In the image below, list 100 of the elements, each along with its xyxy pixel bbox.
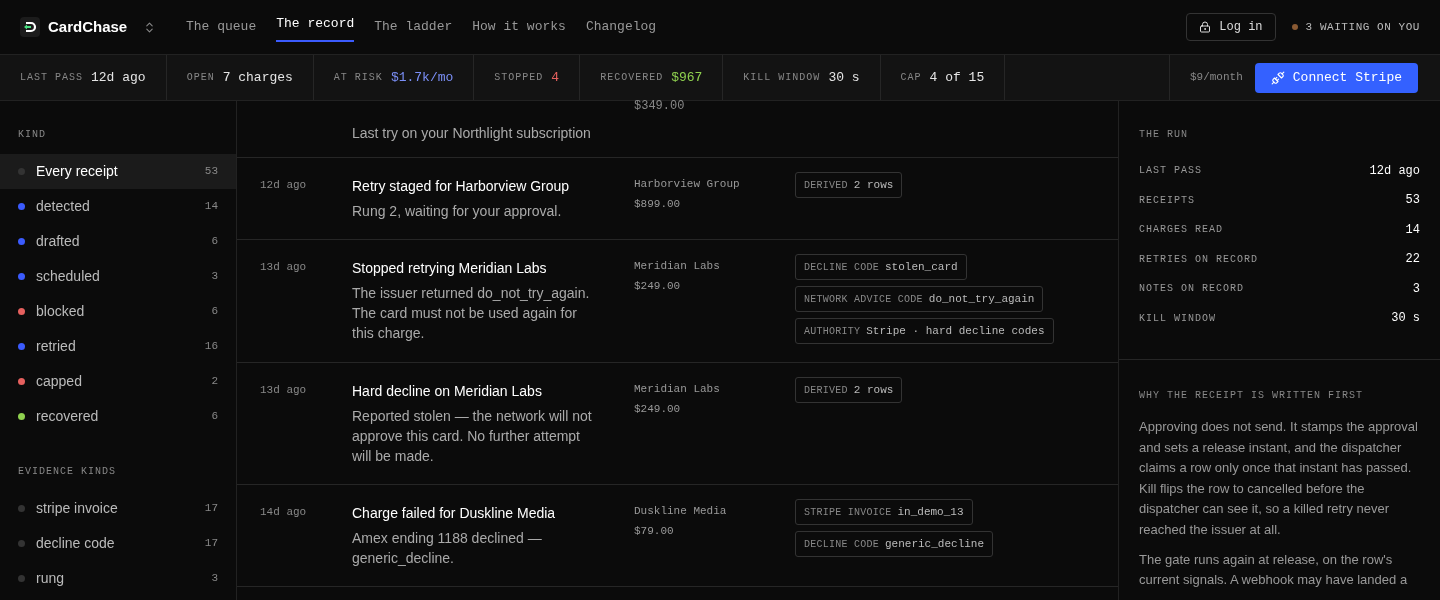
filter-label: blocked	[36, 302, 85, 321]
run-value: 53	[1405, 192, 1420, 210]
evidence-tag: DERIVED 2 rows	[795, 377, 903, 403]
record-time: 14d ago	[260, 505, 308, 520]
filter-item[interactable]: drafted 6	[0, 224, 236, 259]
client-name: Harborview Group	[634, 177, 741, 192]
brand-name[interactable]: CardChase	[48, 15, 128, 39]
record-title: Charge failed for Duskline Media	[352, 504, 557, 523]
panel-paragraph: Approving does not send. It stamps the approval and sets a release instant, and the dispatcher claims a row only once that instant has passed. Kill flips the row to cancelled before the dispatcher can see it, so a killed retry never reached the issuer at all.	[1139, 418, 1419, 539]
filter-label: recovered	[36, 407, 99, 426]
filter-label: decline code	[36, 534, 115, 553]
filter-count: 3	[211, 571, 218, 587]
stat-value: 4 of 15	[929, 68, 985, 87]
record-amount: $249.00	[634, 278, 682, 294]
record-description: Last try on your Northlight subscription	[352, 124, 592, 143]
section-heading: EVIDENCE KINDS	[17, 465, 117, 479]
filter-count: 53	[204, 164, 218, 180]
record-description: The issuer returned do_not_try_again. The card must not be used again for this charge.	[352, 284, 591, 343]
stat-label: RECOVERED	[600, 71, 664, 85]
filter-count: 17	[204, 536, 218, 552]
filter-item[interactable]: retried 16	[0, 329, 236, 364]
stat-label: STOPPED	[494, 71, 544, 85]
stat-label: KILL WINDOW	[743, 71, 821, 85]
filter-item[interactable]: decline code 17	[0, 526, 236, 561]
filter-count: 2	[211, 374, 218, 390]
evidence-tag: DECLINE CODE stolen_card	[795, 254, 967, 280]
filter-count: 17	[204, 501, 218, 517]
record-amount: $349.00	[634, 98, 685, 115]
client-name: Duskline Media	[634, 504, 728, 519]
logo-icon	[20, 17, 40, 37]
run-value: 30 s	[1391, 310, 1420, 328]
run-value: 12d ago	[1369, 162, 1420, 180]
run-label: LAST PASS	[1139, 164, 1202, 179]
plug-icon	[1270, 70, 1285, 85]
nav-tab[interactable]: The queue	[186, 12, 257, 42]
run-label: KILL WINDOW	[1139, 311, 1216, 326]
stat-value: $1.7k/mo	[390, 68, 454, 87]
stat-label: LAST PASS	[20, 71, 83, 85]
client-name: Meridian Labs	[634, 382, 721, 397]
run-label: RETRIES ON RECORD	[1139, 252, 1259, 267]
record-time: 13d ago	[260, 260, 308, 275]
filter-item[interactable]: capped 2	[0, 364, 236, 399]
filter-item[interactable]: scheduled 3	[0, 259, 236, 294]
run-label: RECEIPTS	[1139, 193, 1195, 208]
stat-value: $967	[671, 68, 703, 87]
record-time: 13d ago	[260, 383, 308, 398]
run-value: 14	[1405, 221, 1420, 239]
stat-label: OPEN	[186, 71, 215, 85]
record-amount: $899.00	[634, 196, 682, 212]
filter-item[interactable]: Every receipt 53	[0, 154, 236, 189]
filter-label: detected	[36, 197, 90, 216]
record-amount: $249.00	[634, 401, 682, 417]
filter-count: 3	[211, 269, 218, 285]
filter-item[interactable]: detected 14	[0, 189, 236, 224]
stat-value: 4	[551, 68, 560, 87]
evidence-tag: NETWORK ADVICE CODE do_not_try_again	[795, 286, 1044, 312]
stat-value: 30 s	[828, 68, 860, 87]
connect-stripe-button[interactable]: Connect Stripe	[1254, 62, 1418, 93]
panel-heading: THE RUN	[1139, 128, 1189, 142]
nav-tab[interactable]: The record	[276, 12, 355, 42]
filter-label: capped	[36, 372, 82, 391]
record-title: Stopped retrying Meridian Labs	[352, 259, 548, 278]
evidence-tag: AUTHORITY Stripe · hard decline codes	[795, 318, 1054, 344]
filter-label: drafted	[36, 232, 80, 251]
stat-label: CAP	[900, 71, 922, 85]
record-title: Hard decline on Meridian Labs	[352, 382, 543, 401]
record-description: Amex ending 1188 declined — generic_decline.	[352, 529, 543, 568]
filter-item[interactable]: rung 3	[0, 561, 236, 596]
client-name: Meridian Labs	[634, 259, 721, 274]
filter-item[interactable]: blocked 6	[0, 294, 236, 329]
filter-label: rung	[36, 569, 65, 588]
panel-heading: WHY THE RECEIPT IS WRITTEN FIRST	[1139, 389, 1365, 403]
price-label: $9/month	[1189, 70, 1243, 86]
record-description: Rung 2, waiting for your approval.	[352, 202, 563, 221]
run-label: CHARGES READ	[1139, 223, 1223, 238]
filter-count: 6	[211, 234, 218, 250]
record-description: Reported stolen — the network will not approve this card. No further attempt will be made.	[352, 407, 593, 466]
evidence-tag: DERIVED 2 rows	[795, 172, 903, 198]
nav-tab[interactable]: The ladder	[374, 12, 453, 42]
panel-paragraph: The gate runs again at release, on the row's current signals. A webhook may have landed a	[1139, 550, 1409, 590]
filter-count: 6	[211, 409, 218, 425]
record-title: Retry staged for Harborview Group	[352, 177, 571, 196]
filter-label: stripe invoice	[36, 499, 118, 518]
filter-count: 14	[204, 199, 218, 215]
stat-label: AT RISK	[333, 71, 383, 85]
run-label: NOTES ON RECORD	[1139, 282, 1244, 297]
run-value: 22	[1405, 251, 1420, 269]
filter-label: scheduled	[36, 267, 100, 286]
nav-tab[interactable]: Changelog	[585, 12, 657, 42]
filter-label: retried	[36, 337, 76, 356]
evidence-tag: STRIPE INVOICE in_demo_13	[795, 499, 973, 525]
stat-value: 12d ago	[91, 68, 146, 87]
section-heading: KIND	[17, 128, 47, 142]
filter-item[interactable]: recovered 6	[0, 399, 236, 434]
filter-item[interactable]: stripe invoice 17	[0, 491, 236, 526]
run-value: 3	[1412, 280, 1420, 298]
login-button[interactable]: Log in	[1186, 13, 1276, 41]
filter-label: Every receipt	[36, 162, 118, 181]
nav-tab[interactable]: How it works	[472, 12, 566, 42]
record-time: 12d ago	[260, 178, 308, 193]
